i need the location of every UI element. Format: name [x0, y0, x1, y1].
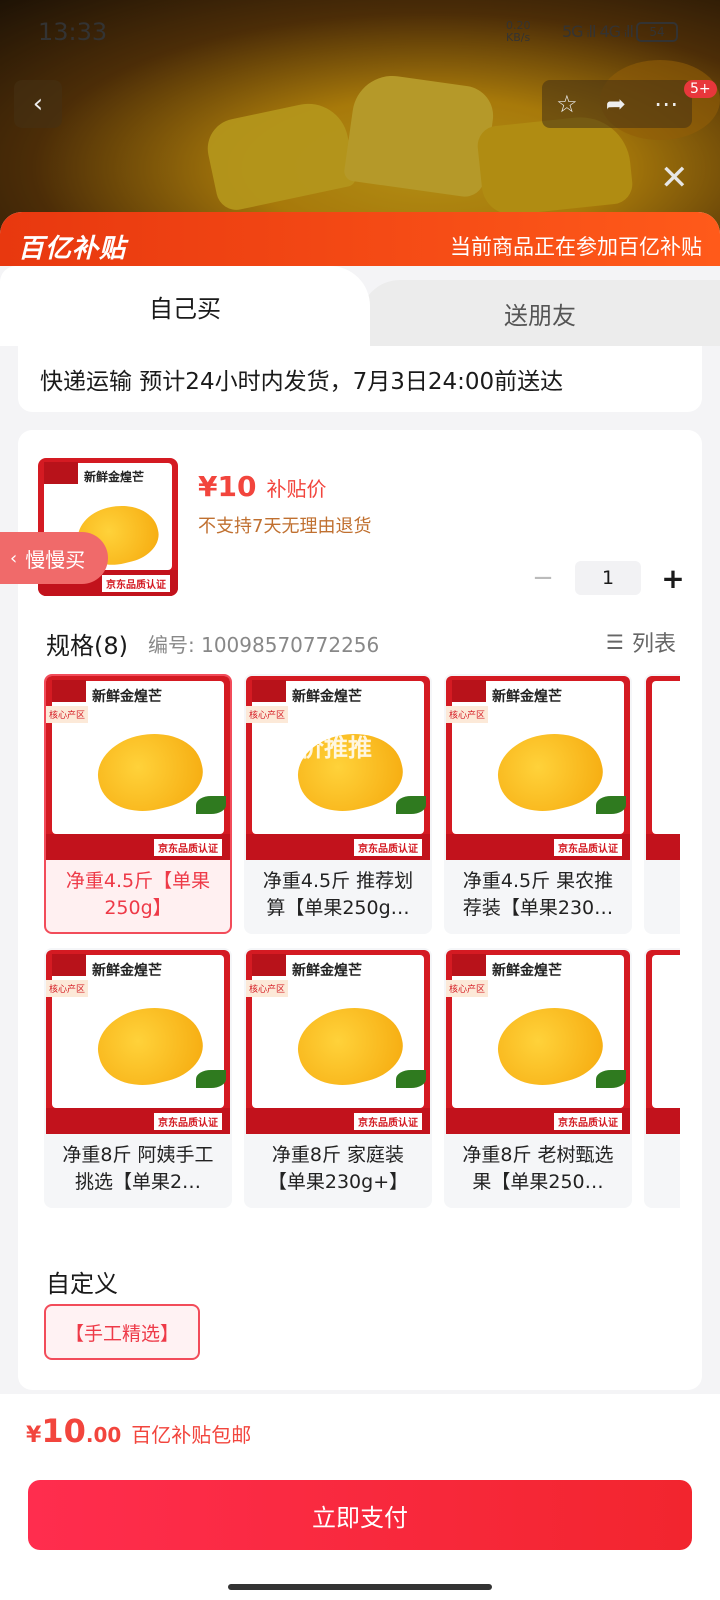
status-time: 13:33	[38, 18, 108, 46]
subsidy-message: 当前商品正在参加百亿补贴	[450, 235, 702, 259]
spec-image-title: 新鲜金煌芒	[292, 689, 362, 705]
spec-image-title: 新鲜金煌芒	[292, 963, 362, 979]
signal-icon: 5G ᵢll 4G ᵢll	[562, 22, 634, 41]
spec-option[interactable]: 新鲜金煌芒 核心产区京东品质认证净重8斤 阿姨手工挑选【单果2…	[44, 948, 232, 1208]
spec-image-cert: 京东品质认证	[554, 839, 622, 856]
status-bar: 13:33 0.20 KB/s 5G ᵢll 4G ᵢll 54	[0, 0, 720, 68]
spec-option-label: 净重4.5斤 果农推荐装【单果230…	[462, 870, 614, 919]
spec-option-image: 新鲜金煌芒 核心产区京东品质认证	[446, 676, 630, 860]
subsidy-logo: 百亿补贴	[18, 233, 127, 264]
spec-image-title: 新鲜金煌芒	[492, 963, 562, 979]
spec-header: 规格(8) 编号: 10098570772256 ☰ 列表	[46, 626, 676, 661]
spec-option-image: 新鲜金煌芒 核心产区京东品质认证	[246, 950, 430, 1134]
spec-option[interactable]: 新鲜金煌芒 核心产区京东品质认证 好价推推净重4.5斤 推荐划算【单果250g…	[244, 674, 432, 934]
total-currency: ¥	[26, 1423, 42, 1448]
tab-gift[interactable]: 送朋友	[360, 280, 720, 346]
spec-option[interactable]: 新鲜金煌芒 核心产区京东品质认证净重4.5斤【单果250g】	[44, 674, 232, 934]
list-icon: ☰	[606, 630, 624, 654]
spec-image-tag: 核心产区	[246, 980, 289, 997]
chevron-left-icon: ‹	[10, 547, 18, 569]
purchase-sheet: 百亿补贴 当前商品正在参加百亿补贴 送朋友 自己买 快递运输 预计24小时内发货…	[0, 212, 720, 1600]
message-badge: 5+	[684, 80, 717, 98]
custom-title: 自定义	[46, 1270, 118, 1298]
spec-option[interactable]: 新鲜金煌芒 核心产区京东品质认证净重8斤 家庭装【单果230g+】	[244, 948, 432, 1208]
spec-option-image: 新鲜金煌芒 核心产区京东品质认证	[446, 950, 630, 1134]
decrease-button[interactable]: −	[528, 563, 558, 593]
total-price: ¥ 10 .00 百亿补贴包邮	[26, 1412, 251, 1450]
shipping-info: 快递运输 预计24小时内发货，7月3日24:00前送达	[18, 346, 702, 412]
pay-now-button[interactable]: 立即支付	[28, 1480, 692, 1550]
product-card: 新鲜金煌芒 京东品质认证 ¥10 补贴价 不支持7天无理由退货 − 1 + 规格…	[18, 430, 702, 1390]
spec-image-tag: 核心产区	[446, 706, 489, 723]
spec-image-cert: 京东品质认证	[154, 839, 222, 856]
network-speed: 0.20 KB/s	[506, 19, 531, 44]
spec-image-title: 新鲜金煌芒	[92, 689, 162, 705]
total-decimal: .00	[85, 1423, 122, 1447]
spec-option-label: 净重4.5斤 推荐划算【单果250g…	[262, 870, 414, 919]
thumb-cert: 京东品质认证	[102, 575, 170, 592]
quantity-input[interactable]: 1	[575, 561, 641, 595]
price-tag: 补贴价	[266, 477, 327, 501]
checkout-bar: ¥ 10 .00 百亿补贴包邮 立即支付	[0, 1394, 720, 1600]
spec-image-tag: 核心产区	[246, 706, 289, 723]
spec-option-image: 新鲜金煌芒 核心产区京东品质认证	[46, 950, 230, 1134]
spec-option-clipped[interactable]	[644, 674, 680, 934]
spec-option-label: 净重4.5斤【单果250g】	[65, 870, 211, 919]
spec-image-cert: 京东品质认证	[354, 839, 422, 856]
list-label: 列表	[631, 632, 676, 657]
spec-image-tag: 核心产区	[446, 980, 489, 997]
spec-option[interactable]: 新鲜金煌芒 核心产区京东品质认证净重4.5斤 果农推荐装【单果230…	[444, 674, 632, 934]
header-actions: ☆ ➦ ⋯	[542, 80, 692, 128]
watermark: 好价推推	[276, 734, 372, 762]
close-icon[interactable]: ✕	[660, 158, 689, 198]
quantity-stepper: − 1 +	[528, 560, 688, 596]
spec-image-title: 新鲜金煌芒	[92, 963, 162, 979]
spec-option-label: 净重8斤 家庭装【单果230g+】	[267, 1144, 409, 1193]
spec-option-label: 净重8斤 阿姨手工挑选【单果2…	[62, 1144, 214, 1193]
total-integer: 10	[41, 1412, 86, 1450]
shipping-text: 快递运输 预计24小时内发货，7月3日24:00前送达	[40, 369, 564, 395]
spec-title: 规格(8)	[46, 632, 128, 660]
back-button[interactable]: ‹	[14, 80, 62, 128]
buy-mode-tabs: 送朋友 自己买	[0, 266, 720, 346]
home-indicator	[228, 1584, 492, 1590]
thumb-title: 新鲜金煌芒	[84, 470, 145, 484]
spec-option[interactable]: 新鲜金煌芒 核心产区京东品质认证净重8斤 老树甄选果【单果250…	[444, 948, 632, 1208]
chevron-left-icon: ‹	[32, 89, 44, 119]
spec-image-tag: 核心产区	[46, 706, 89, 723]
spec-image-tag: 核心产区	[46, 980, 89, 997]
spec-image-cert: 京东品质认证	[154, 1113, 222, 1130]
tab-self[interactable]: 自己买	[0, 266, 370, 346]
star-icon[interactable]: ☆	[556, 90, 578, 118]
price-line: ¥10 补贴价	[198, 470, 326, 503]
spec-option-clipped[interactable]	[644, 948, 680, 1208]
spec-option-image: 新鲜金煌芒 核心产区京东品质认证	[46, 676, 230, 860]
share-icon[interactable]: ➦	[606, 90, 626, 118]
slow-buy-tab[interactable]: ‹ 慢慢买	[0, 532, 108, 584]
spec-grid: 新鲜金煌芒 核心产区 京东品质认证 净重4.5斤【单果250g】 新鲜金煌芒 核心产区 京东…	[44, 674, 680, 1214]
shipping-note: 百亿补贴包邮	[131, 1423, 252, 1447]
spec-image-title: 新鲜金煌芒	[492, 689, 562, 705]
spec-option-image: 新鲜金煌芒 核心产区京东品质认证 好价推推	[246, 676, 430, 860]
slow-buy-label: 慢慢买	[25, 547, 86, 572]
spec-option-label: 净重8斤 老树甄选果【单果250…	[462, 1144, 614, 1193]
spec-image-cert: 京东品质认证	[554, 1113, 622, 1130]
list-view-button[interactable]: ☰ 列表	[606, 626, 676, 658]
no-return-notice: 不支持7天无理由退货	[198, 516, 372, 537]
custom-option-chip[interactable]: 【手工精选】	[44, 1304, 200, 1360]
battery-icon: 54	[636, 22, 678, 42]
spec-image-cert: 京东品质认证	[354, 1113, 422, 1130]
price: ¥10	[198, 470, 257, 503]
increase-button[interactable]: +	[658, 562, 688, 595]
more-icon[interactable]: ⋯	[654, 90, 678, 118]
item-code: 编号: 10098570772256	[148, 633, 380, 657]
